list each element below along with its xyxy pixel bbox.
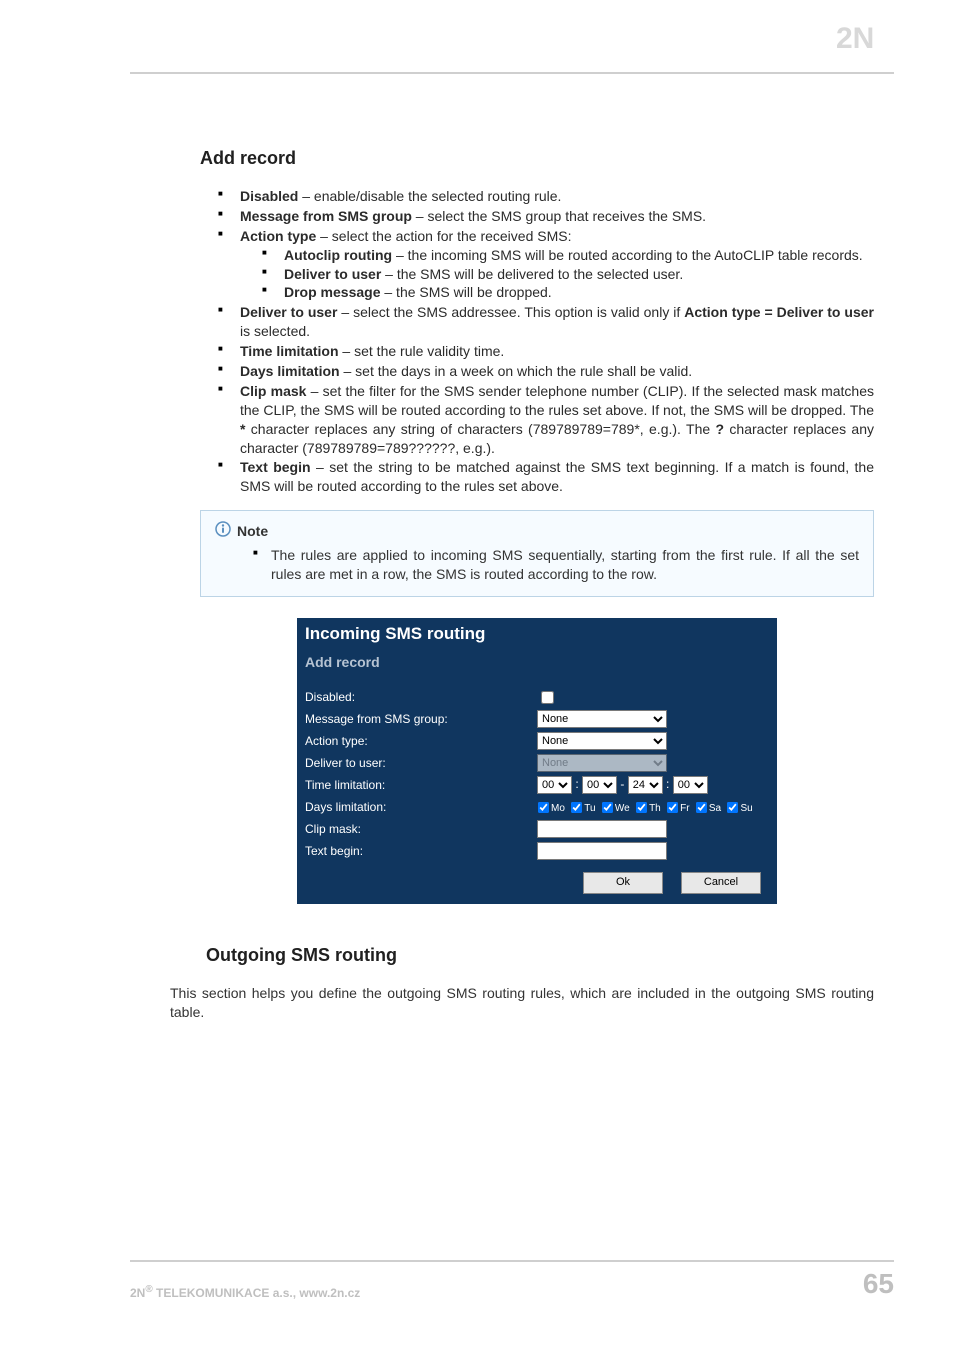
bullet-time-limitation: Time limitation – set the rule validity …: [236, 342, 874, 361]
bullet-text-begin: Text begin – set the string to be matche…: [236, 458, 874, 496]
time-h2-select[interactable]: 24: [628, 776, 663, 794]
bullet-days-limitation: Days limitation – set the days in a week…: [236, 362, 874, 381]
form-subtitle: Add record: [305, 654, 769, 670]
bullet-deliver-sub: Deliver to user – the SMS will be delive…: [280, 265, 874, 284]
form-title: Incoming SMS routing: [305, 624, 769, 644]
day-tu-checkbox[interactable]: [571, 802, 582, 813]
time-controls: 00 : 00 - 24 : 00: [537, 776, 769, 794]
days-row: Mo Tu We Th Fr Sa Su: [537, 800, 769, 815]
day-sa-checkbox[interactable]: [696, 802, 707, 813]
textbegin-input[interactable]: [537, 842, 667, 860]
note-box: Note The rules are applied to incoming S…: [200, 510, 874, 597]
main-content: Add record Disabled – enable/disable the…: [200, 130, 874, 1022]
cancel-button[interactable]: Cancel: [681, 872, 761, 894]
header-divider: [130, 72, 894, 74]
section-title-outgoing: Outgoing SMS routing: [206, 945, 874, 966]
colon: :: [572, 777, 582, 791]
bullet-autoclip: Autoclip routing – the incoming SMS will…: [280, 246, 874, 265]
disabled-checkbox[interactable]: [541, 691, 554, 704]
day-we-checkbox[interactable]: [602, 802, 613, 813]
form-screenshot: Incoming SMS routing Add record Disabled…: [296, 617, 778, 905]
label-disabled: Disabled:: [305, 690, 537, 704]
label-clipmask: Clip mask:: [305, 822, 537, 836]
bullet-action-type: Action type – select the action for the …: [236, 227, 874, 303]
label-deliver: Deliver to user:: [305, 756, 537, 770]
label-atype: Action type:: [305, 734, 537, 748]
atype-select[interactable]: None: [537, 732, 667, 750]
svg-text:2N: 2N: [836, 22, 874, 55]
bullet-drop-message: Drop message – the SMS will be dropped.: [280, 283, 874, 302]
section-title-add-record: Add record: [200, 148, 874, 169]
bullet-clip-mask: Clip mask – set the filter for the SMS s…: [236, 382, 874, 458]
label-msggrp: Message from SMS group:: [305, 712, 537, 726]
note-title: Note: [237, 523, 268, 539]
bullet-list: Disabled – enable/disable the selected r…: [200, 187, 874, 496]
brand-logo: 2N: [836, 18, 894, 60]
day-th-checkbox[interactable]: [636, 802, 647, 813]
outgoing-text: This section helps you define the outgoi…: [170, 984, 874, 1022]
page-footer: 2N® TELEKOMUNIKACE a.s., www.2n.cz 65: [130, 1260, 894, 1300]
label-textbegin: Text begin:: [305, 844, 537, 858]
info-icon: [215, 521, 231, 540]
footer-left: 2N® TELEKOMUNIKACE a.s., www.2n.cz: [130, 1284, 360, 1300]
bullet-message-group: Message from SMS group – select the SMS …: [236, 207, 874, 226]
deliver-select[interactable]: None: [537, 754, 667, 772]
day-mo-checkbox[interactable]: [538, 802, 549, 813]
bullet-deliver-to-user: Deliver to user – select the SMS address…: [236, 303, 874, 341]
time-h1-select[interactable]: 00: [537, 776, 572, 794]
label-dayslim: Days limitation:: [305, 800, 537, 814]
msggrp-select[interactable]: None: [537, 710, 667, 728]
ok-button[interactable]: Ok: [583, 872, 663, 894]
bullet-disabled: Disabled – enable/disable the selected r…: [236, 187, 874, 206]
note-text: The rules are applied to incoming SMS se…: [271, 546, 859, 584]
colon2: :: [663, 777, 673, 791]
time-m2-select[interactable]: 00: [673, 776, 708, 794]
day-su-checkbox[interactable]: [727, 802, 738, 813]
day-fr-checkbox[interactable]: [667, 802, 678, 813]
clipmask-input[interactable]: [537, 820, 667, 838]
footer-page-number: 65: [863, 1268, 894, 1300]
time-m1-select[interactable]: 00: [582, 776, 617, 794]
dash: -: [620, 777, 627, 791]
label-timelim: Time limitation:: [305, 778, 537, 792]
